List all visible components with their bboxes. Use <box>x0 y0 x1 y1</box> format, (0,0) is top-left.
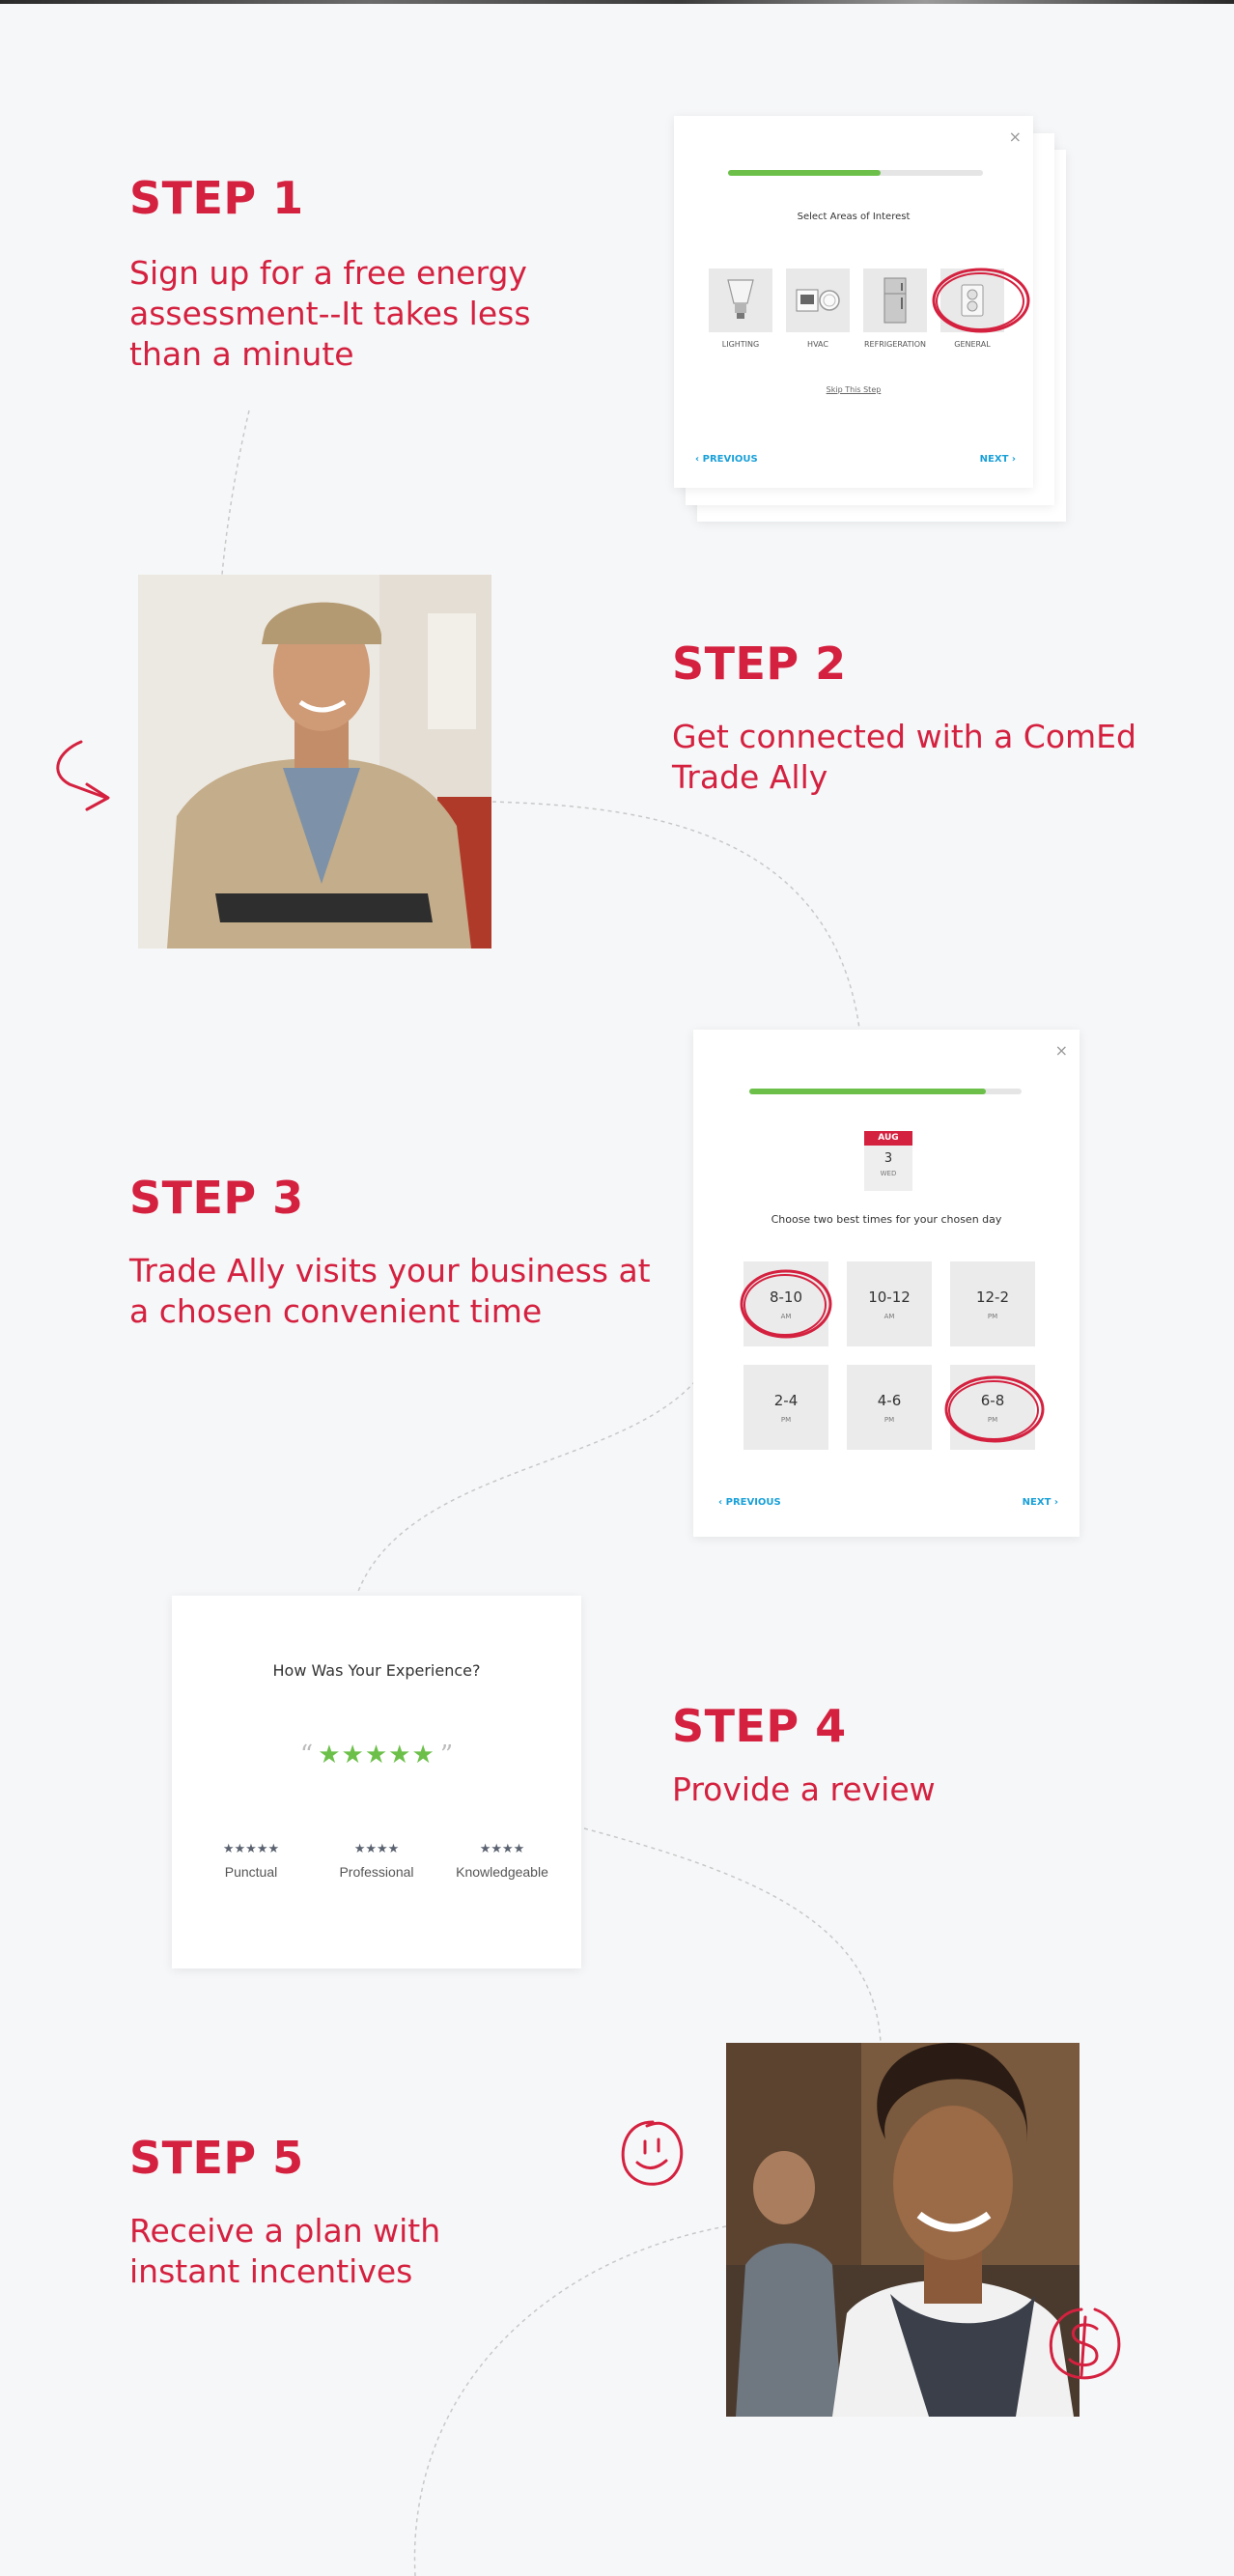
star-rating-icon: ★★★★ <box>479 1842 525 1856</box>
barista-photo <box>726 2043 1080 2417</box>
review-title: How Was Your Experience? <box>272 1661 481 1680</box>
step-4-text: Provide a review <box>672 1770 936 1808</box>
rating-professional[interactable]: ★★★★ Professional <box>314 1842 439 1880</box>
smiley-doodle-icon <box>621 2120 684 2186</box>
step-2-title: STEP 2 <box>672 637 847 690</box>
rating-punctual[interactable]: ★★★★★ Punctual <box>188 1842 314 1880</box>
previous-button[interactable]: ‹ PREVIOUS <box>695 454 758 465</box>
area-label: REFRIGERATION <box>864 340 926 349</box>
slot-time: 10-12 <box>868 1288 911 1306</box>
curved-arrow-icon <box>56 740 110 811</box>
rating-label: Punctual <box>224 1864 278 1880</box>
slot-ampm: PM <box>987 1312 998 1320</box>
slot-ampm: PM <box>780 1415 792 1424</box>
technician-photo <box>138 575 491 948</box>
step-5-text: Receive a plan with instant incentives <box>129 2212 441 2290</box>
review-card: How Was Your Experience? “ ★★★★★ ” ★★★★★… <box>172 1596 581 1968</box>
time-slot[interactable]: 8-10 AM <box>740 1261 832 1346</box>
thermostat-icon <box>786 269 850 332</box>
next-button[interactable]: NEXT › <box>980 454 1016 465</box>
calendar-month: AUG <box>864 1131 912 1146</box>
refrigerator-icon <box>863 269 927 332</box>
area-label: GENERAL <box>954 340 991 349</box>
step-1-text: Sign up for a free energy assessment--It… <box>129 254 531 373</box>
time-slot[interactable]: 4-6 PM <box>847 1365 932 1450</box>
step-2-text: Get connected with a ComEd Trade Ally <box>672 718 1136 796</box>
chevron-right-icon: › <box>1008 454 1016 465</box>
top-image-strip <box>0 0 1234 4</box>
area-option-lighting[interactable]: LIGHTING <box>709 269 772 349</box>
previous-label: PREVIOUS <box>725 1497 781 1508</box>
step-5-title: STEP 5 <box>129 2132 304 2184</box>
selection-circle <box>944 1375 1045 1443</box>
chevron-right-icon: › <box>1051 1497 1058 1508</box>
next-button[interactable]: NEXT › <box>1023 1497 1058 1508</box>
skip-step-link[interactable]: Skip This Step <box>674 385 1033 394</box>
slot-ampm: AM <box>883 1312 895 1320</box>
area-label: HVAC <box>807 340 828 349</box>
open-quote: “ <box>299 1741 314 1769</box>
star-rating-icon: ★★★★★ <box>222 1842 280 1856</box>
area-options: LIGHTING HVAC REFRIGERATION GENERAL <box>709 268 1030 349</box>
area-option-hvac[interactable]: HVAC <box>786 269 850 349</box>
time-slot[interactable]: 2-4 PM <box>743 1365 828 1450</box>
progress-bar <box>749 1089 1022 1094</box>
previous-label: PREVIOUS <box>702 454 758 465</box>
star-rating-icon: ★★★★★ <box>318 1741 435 1769</box>
card-title: Select Areas of Interest <box>797 212 911 222</box>
dollar-doodle-icon <box>1049 2307 1121 2380</box>
rating-categories: ★★★★★ Punctual ★★★★ Professional ★★★★ Kn… <box>188 1842 565 1880</box>
step-4-title: STEP 4 <box>672 1700 847 1752</box>
close-icon[interactable]: × <box>1055 1043 1068 1059</box>
star-rating-icon: ★★★★ <box>353 1842 400 1856</box>
progress-fill <box>728 170 882 176</box>
time-slot[interactable]: 6-8 PM <box>944 1365 1045 1450</box>
progress-fill <box>749 1089 987 1094</box>
close-quote: ” <box>439 1741 454 1769</box>
calendar-day: 3 <box>883 1151 893 1166</box>
time-slot[interactable]: 12-2 PM <box>950 1261 1035 1346</box>
schedule-card: × AUG 3 WED Choose two best times for yo… <box>693 1030 1080 1537</box>
calendar-weekday: WED <box>880 1170 897 1177</box>
selection-circle <box>740 1269 832 1339</box>
rating-knowledgeable[interactable]: ★★★★ Knowledgeable <box>439 1842 565 1880</box>
area-label: LIGHTING <box>721 340 760 349</box>
card-title: Choose two best times for your chosen da… <box>771 1213 1002 1226</box>
step-1-title: STEP 1 <box>129 172 304 224</box>
next-label: NEXT <box>1022 1497 1052 1508</box>
selection-circle <box>932 268 1030 333</box>
chevron-left-icon: ‹ <box>695 454 703 465</box>
light-bulb-icon <box>709 269 772 332</box>
slot-time: 4-6 <box>877 1391 902 1409</box>
areas-of-interest-card: × Select Areas of Interest LIGHTING HVAC… <box>674 116 1033 488</box>
time-slot-grid: 8-10 AM 10-12 AM 12-2 PM 2-4 PM 4-6 PM 6… <box>740 1261 1045 1450</box>
slot-ampm: PM <box>883 1415 895 1424</box>
step-3-title: STEP 3 <box>129 1172 304 1224</box>
rating-label: Professional <box>339 1864 414 1880</box>
close-icon[interactable]: × <box>1009 129 1022 145</box>
slot-time: 2-4 <box>773 1391 799 1409</box>
area-option-general[interactable]: GENERAL <box>932 268 1030 349</box>
outlet-icon <box>932 268 1030 333</box>
step-3-text: Trade Ally visits your business at a cho… <box>129 1252 651 1330</box>
next-label: NEXT <box>979 454 1009 465</box>
overall-rating[interactable]: “ ★★★★★ ” <box>172 1741 581 1769</box>
rating-label: Knowledgeable <box>456 1864 548 1880</box>
progress-bar <box>728 170 983 176</box>
slot-time: 12-2 <box>975 1288 1010 1306</box>
chevron-left-icon: ‹ <box>718 1497 726 1508</box>
calendar-date: AUG 3 WED <box>864 1131 912 1191</box>
previous-button[interactable]: ‹ PREVIOUS <box>718 1497 781 1508</box>
area-option-refrigeration[interactable]: REFRIGERATION <box>863 269 927 349</box>
time-slot[interactable]: 10-12 AM <box>847 1261 932 1346</box>
